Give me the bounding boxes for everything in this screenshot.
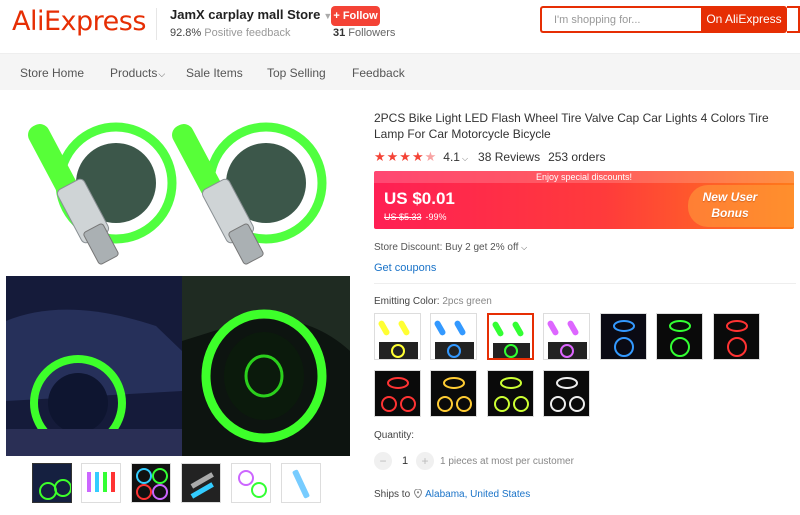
thumbnail-4[interactable] [181, 463, 221, 503]
color-swatch-green[interactable] [487, 313, 534, 360]
star-rating-icon[interactable]: ★★★★★ [374, 149, 437, 165]
original-price: US $5.33 [384, 212, 422, 222]
nav-top-selling[interactable]: Top Selling [267, 66, 326, 80]
positive-feedback: 92.8% Positive feedback [170, 27, 290, 39]
emitting-color-value: 2pcs green [442, 296, 492, 307]
aliexpress-logo[interactable]: AliExpress [12, 6, 146, 37]
color-swatch-red-wheel[interactable] [713, 313, 760, 360]
quantity-decrease-button[interactable]: − [374, 452, 392, 470]
color-swatch-green-wheel[interactable] [656, 313, 703, 360]
quantity-value[interactable]: 1 [402, 455, 408, 467]
color-swatch-purple[interactable] [543, 313, 590, 360]
old-price: US $5.33 -99% [384, 212, 447, 222]
promo-banner: Enjoy special discounts! [374, 171, 794, 183]
thumbnail-3[interactable] [131, 463, 171, 503]
ships-to: Ships to Alabama, United States [374, 489, 530, 500]
location-pin-icon [414, 489, 423, 498]
thumbnail-5[interactable] [231, 463, 271, 503]
store-header: AliExpress JamX carplay mall Store ▼ 92.8… [0, 0, 800, 52]
ships-to-label: Ships to [374, 489, 411, 500]
badge-line-2: Bonus [711, 206, 749, 220]
quantity-label: Quantity: [374, 430, 415, 441]
thumbnail-1[interactable] [32, 463, 72, 503]
rating-row: ★★★★★ 4.1 ⌵ 38 Reviews 253 orders [374, 149, 605, 165]
discount-percent: -99% [425, 212, 447, 222]
store-name-text[interactable]: JamX carplay mall Store [170, 7, 320, 22]
nav-feedback[interactable]: Feedback [352, 66, 405, 80]
search-extra-button[interactable] [787, 6, 800, 33]
header-divider [156, 8, 157, 40]
follow-button[interactable]: + Follow [331, 6, 380, 26]
feedback-percent: 92.8% [170, 27, 202, 39]
divider [374, 283, 796, 284]
product-title: 2PCS Bike Light LED Flash Wheel Tire Val… [374, 111, 769, 141]
chevron-down-icon[interactable]: ⌵ [158, 69, 165, 79]
current-price: US $0.01 [384, 189, 455, 208]
chevron-down-icon[interactable]: ⌵ [462, 154, 468, 163]
color-swatch-red-bike[interactable] [374, 370, 421, 417]
emitting-label-text: Emitting Color: [374, 296, 440, 307]
chevron-down-icon[interactable]: ⌵ [521, 243, 527, 252]
new-user-bonus-badge[interactable]: New User Bonus [690, 189, 770, 221]
color-swatch-lime-bike[interactable] [487, 370, 534, 417]
main-product-image[interactable] [6, 111, 350, 456]
motorcycle-photo [6, 309, 182, 456]
product-photo [6, 111, 350, 456]
store-name[interactable]: JamX carplay mall Store ▼ [170, 7, 332, 22]
search-input[interactable]: I'm shopping for... [540, 6, 701, 33]
reviews-link[interactable]: 38 Reviews [478, 150, 540, 164]
color-swatch-blue[interactable] [430, 313, 477, 360]
followers-count: 31 Followers [333, 27, 395, 39]
orders-count: 253 orders [548, 150, 606, 164]
color-swatch-white-bike[interactable] [543, 370, 590, 417]
badge-line-1: New User [702, 190, 758, 204]
nav-products[interactable]: Products⌵ [110, 66, 165, 80]
rating-number[interactable]: 4.1 [443, 150, 460, 164]
store-discount[interactable]: Store Discount: Buy 2 get 2% off ⌵ [374, 242, 527, 253]
color-swatch-yellow[interactable] [374, 313, 421, 360]
rating-value[interactable]: 4.1 ⌵ [443, 150, 468, 164]
color-swatch-yellow-bike[interactable] [430, 370, 477, 417]
price-banner: Enjoy special discounts! US $0.01 US $5.… [374, 171, 794, 229]
emitting-color-label: Emitting Color: 2pcs green [374, 296, 492, 307]
thumbnail-2[interactable] [81, 463, 121, 503]
get-coupons-link[interactable]: Get coupons [374, 262, 436, 274]
search-aliexpress-button[interactable]: On AliExpress [701, 6, 787, 33]
store-discount-text[interactable]: Store Discount: Buy 2 get 2% off [374, 242, 518, 253]
color-swatch-blue-wheel[interactable] [600, 313, 647, 360]
feedback-label: Positive feedback [201, 27, 291, 39]
nav-store-home[interactable]: Store Home [20, 66, 84, 80]
nav-products-label[interactable]: Products [110, 66, 157, 80]
quantity-increase-button[interactable]: + [416, 452, 434, 470]
quantity-limit-note: 1 pieces at most per customer [440, 456, 574, 467]
store-nav: Store Home Products⌵ Sale Items Top Sell… [0, 53, 800, 90]
followers-number: 31 [333, 27, 346, 39]
thumbnail-6[interactable] [281, 463, 321, 503]
nav-sale-items[interactable]: Sale Items [186, 66, 243, 80]
followers-label: Followers [345, 27, 396, 39]
ships-to-location[interactable]: Alabama, United States [425, 489, 530, 500]
